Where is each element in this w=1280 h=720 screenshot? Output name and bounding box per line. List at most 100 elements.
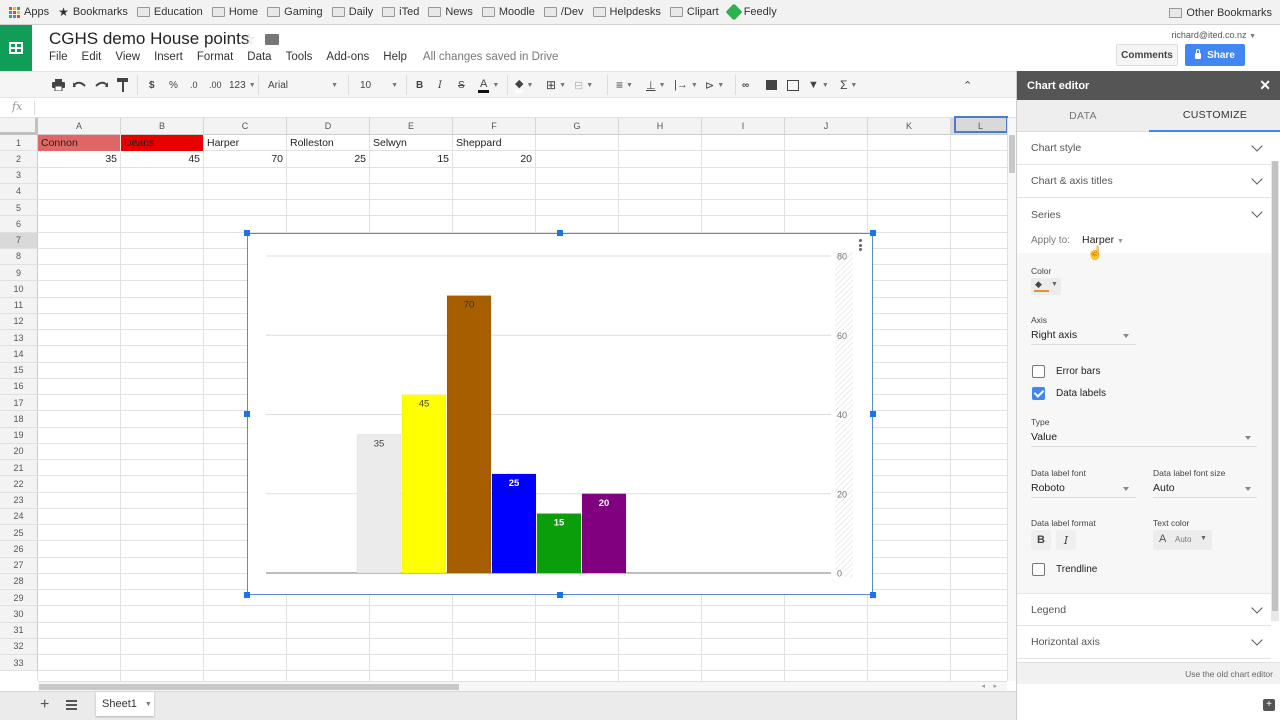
vertical-scroll-thumb[interactable] bbox=[1009, 135, 1015, 173]
section-series[interactable]: Series bbox=[1017, 198, 1271, 231]
column-header-h[interactable]: H bbox=[619, 118, 702, 135]
bookmark-dev[interactable]: /Dev bbox=[543, 6, 584, 18]
menu-edit[interactable]: Edit bbox=[82, 51, 102, 63]
resize-handle[interactable] bbox=[244, 592, 250, 598]
functions-button[interactable]: Σ ▼ bbox=[840, 78, 857, 92]
currency-format-button[interactable]: $ bbox=[149, 78, 155, 92]
merge-cells-button[interactable]: ⊟ ▼ bbox=[574, 78, 593, 92]
star-icon[interactable]: ☆ bbox=[242, 30, 255, 48]
cell-d1[interactable]: Rolleston bbox=[287, 135, 369, 151]
column-header-j[interactable]: J bbox=[785, 118, 868, 135]
resize-handle[interactable] bbox=[244, 230, 250, 236]
row-header-18[interactable]: 18 bbox=[0, 411, 38, 428]
insert-link-icon[interactable]: ∞ bbox=[742, 78, 749, 92]
cell-d2[interactable]: 25 bbox=[287, 151, 369, 167]
text-color-button[interactable]: A ▼ bbox=[478, 78, 499, 93]
bookmark-apps[interactable]: Apps bbox=[9, 6, 49, 18]
vertical-scrollbar[interactable] bbox=[1007, 118, 1016, 681]
column-header-a[interactable]: A bbox=[38, 118, 121, 135]
row-header-20[interactable]: 20 bbox=[0, 443, 38, 460]
text-wrap-button[interactable]: |→ ▼ bbox=[674, 78, 698, 92]
editor-scrollbar[interactable] bbox=[1271, 161, 1279, 621]
bookmark-news[interactable]: News bbox=[428, 6, 473, 18]
add-sheet-icon[interactable]: + bbox=[40, 696, 49, 714]
bookmark-moodle[interactable]: Moodle bbox=[481, 6, 535, 18]
sheet-tab-sheet1[interactable]: Sheet1 ▼ bbox=[96, 692, 154, 716]
font-size-select[interactable]: 10 ▼ bbox=[360, 78, 398, 92]
bookmark-ited[interactable]: iTed bbox=[382, 6, 419, 18]
menu-add-ons[interactable]: Add-ons bbox=[326, 51, 369, 63]
decrease-decimal-button[interactable]: .0 bbox=[190, 78, 198, 92]
row-header-23[interactable]: 23 bbox=[0, 492, 38, 509]
type-select[interactable]: Value bbox=[1031, 429, 1257, 447]
column-header-d[interactable]: D bbox=[287, 118, 370, 135]
insert-chart-icon[interactable] bbox=[787, 78, 799, 92]
section-legend[interactable]: Legend bbox=[1017, 593, 1271, 626]
cell-a1[interactable]: Connon bbox=[38, 135, 120, 151]
data-label-font-size-select[interactable]: Auto bbox=[1153, 480, 1257, 498]
column-header-f[interactable]: F bbox=[453, 118, 536, 135]
row-header-22[interactable]: 22 bbox=[0, 476, 38, 493]
row-header-8[interactable]: 8 bbox=[0, 248, 38, 265]
row-header-30[interactable]: 30 bbox=[0, 606, 38, 623]
filter-button[interactable]: ▼ ▼ bbox=[808, 78, 829, 92]
cell-a2[interactable]: 35 bbox=[38, 151, 120, 167]
bold-button[interactable]: B bbox=[1031, 530, 1051, 550]
column-header-g[interactable]: G bbox=[536, 118, 619, 135]
text-rotation-button[interactable]: ⊳ ▼ bbox=[705, 78, 724, 92]
tab-customize[interactable]: CUSTOMIZE bbox=[1149, 100, 1280, 132]
formula-input[interactable] bbox=[40, 98, 1016, 118]
horizontal-align-button[interactable]: ≡ ▼ bbox=[616, 78, 633, 92]
chart-menu-icon[interactable] bbox=[859, 239, 863, 253]
cell-e2[interactable]: 15 bbox=[370, 151, 452, 167]
comments-button[interactable]: Comments bbox=[1116, 44, 1178, 66]
cell-b2[interactable]: 45 bbox=[121, 151, 203, 167]
row-header-2[interactable]: 2 bbox=[0, 151, 38, 168]
italic-button[interactable]: I bbox=[1056, 530, 1076, 550]
row-header-13[interactable]: 13 bbox=[0, 330, 38, 347]
menu-data[interactable]: Data bbox=[247, 51, 271, 63]
print-icon[interactable] bbox=[52, 78, 65, 92]
row-header-24[interactable]: 24 bbox=[0, 508, 38, 525]
percent-format-button[interactable]: % bbox=[169, 78, 178, 92]
insert-comment-icon[interactable] bbox=[766, 78, 777, 92]
row-header-12[interactable]: 12 bbox=[0, 313, 38, 330]
row-header-10[interactable]: 10 bbox=[0, 281, 38, 298]
row-header-27[interactable]: 27 bbox=[0, 557, 38, 574]
row-header-17[interactable]: 17 bbox=[0, 395, 38, 412]
collapse-toolbar-icon[interactable]: ⌃ bbox=[963, 78, 972, 92]
paint-format-icon[interactable] bbox=[117, 78, 129, 92]
row-header-16[interactable]: 16 bbox=[0, 378, 38, 395]
color-picker-button[interactable]: ◆ ▼ bbox=[1031, 278, 1061, 295]
bookmark-clipart[interactable]: Clipart bbox=[669, 6, 719, 18]
horizontal-scroll-thumb[interactable] bbox=[39, 684, 459, 690]
row-header-5[interactable]: 5 bbox=[0, 200, 38, 217]
old-chart-editor-link[interactable]: Use the old chart editor bbox=[1017, 662, 1280, 684]
row-header-14[interactable]: 14 bbox=[0, 346, 38, 363]
cell-b1[interactable]: Deans bbox=[121, 135, 203, 151]
row-header-19[interactable]: 19 bbox=[0, 427, 38, 444]
column-header-k[interactable]: K bbox=[868, 118, 951, 135]
font-family-select[interactable]: Arial ▼ bbox=[268, 78, 338, 92]
undo-icon[interactable] bbox=[73, 78, 86, 92]
column-header-c[interactable]: C bbox=[204, 118, 287, 135]
row-header-3[interactable]: 3 bbox=[0, 167, 38, 184]
row-header-4[interactable]: 4 bbox=[0, 183, 38, 200]
bold-button[interactable]: B bbox=[416, 78, 423, 92]
row-header-28[interactable]: 28 bbox=[0, 573, 38, 590]
fill-color-button[interactable]: ◆ ▼ bbox=[515, 78, 533, 93]
resize-handle[interactable] bbox=[557, 592, 563, 598]
bookmark-helpdesks[interactable]: Helpdesks bbox=[592, 6, 661, 18]
error-bars-checkbox[interactable] bbox=[1032, 365, 1045, 378]
close-icon[interactable]: ✕ bbox=[1259, 77, 1271, 94]
column-header-i[interactable]: I bbox=[702, 118, 785, 135]
menu-format[interactable]: Format bbox=[197, 51, 233, 63]
cell-f2[interactable]: 20 bbox=[453, 151, 535, 167]
menu-file[interactable]: File bbox=[49, 51, 68, 63]
row-header-9[interactable]: 9 bbox=[0, 265, 38, 282]
section-chart-style[interactable]: Chart style bbox=[1017, 132, 1271, 165]
column-header-e[interactable]: E bbox=[370, 118, 453, 135]
bookmark-education[interactable]: Education bbox=[136, 6, 203, 18]
cell-c1[interactable]: Harper bbox=[204, 135, 286, 151]
resize-handle[interactable] bbox=[244, 411, 250, 417]
